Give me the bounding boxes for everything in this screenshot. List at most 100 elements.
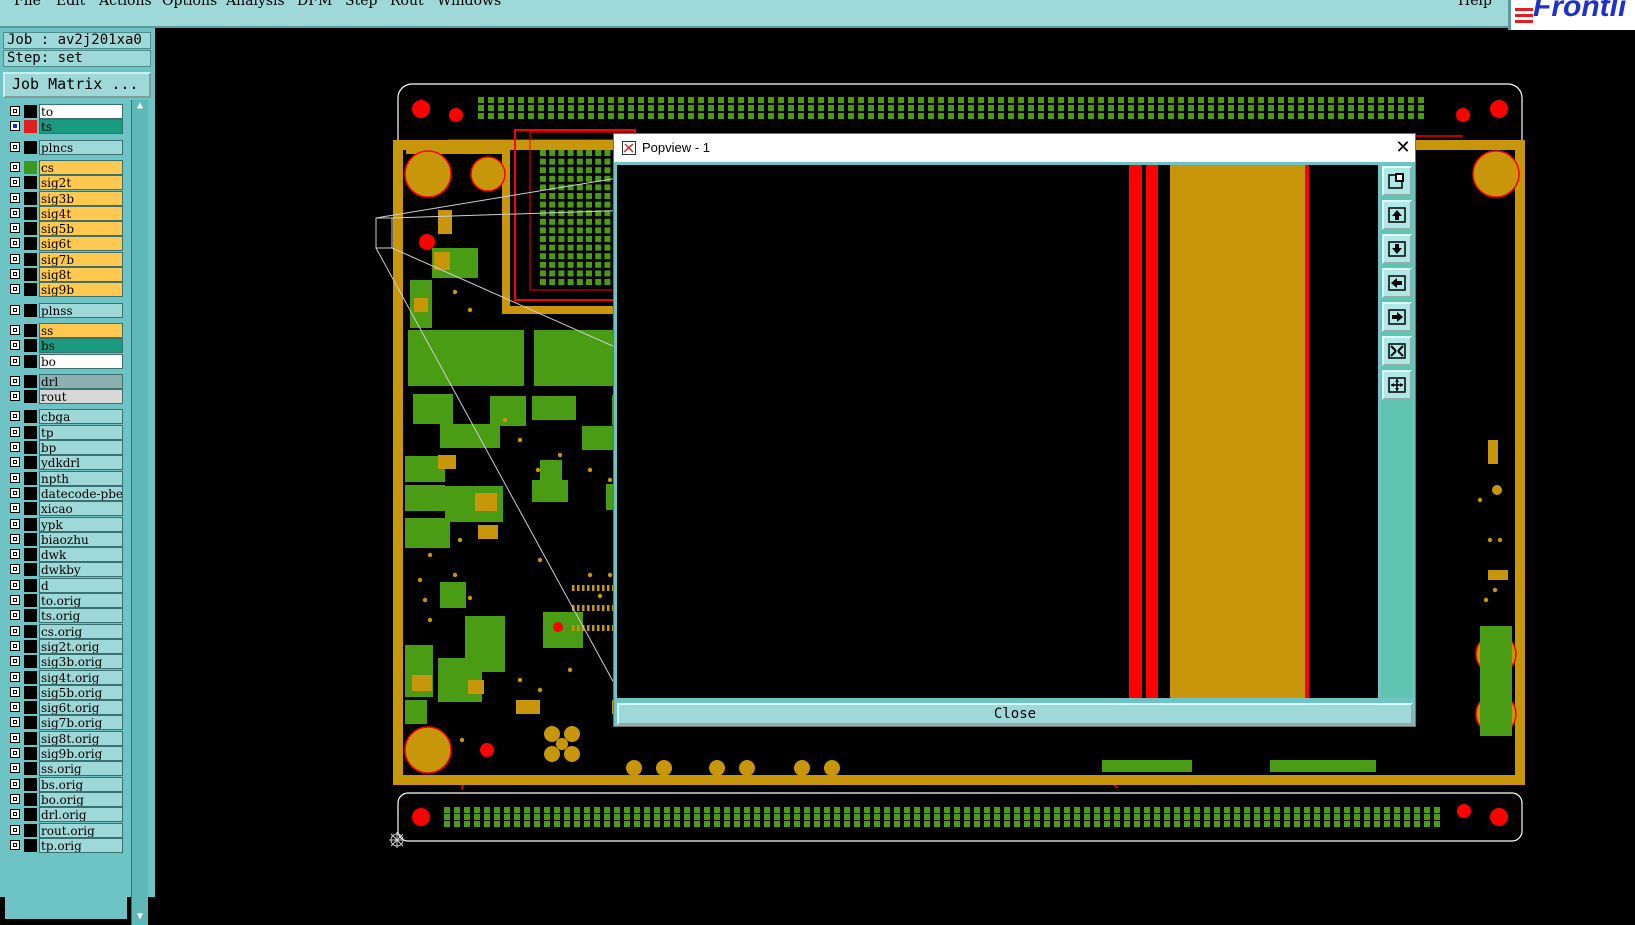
layer-checkbox[interactable] <box>10 778 20 789</box>
layer-checkbox[interactable] <box>10 355 20 366</box>
layer-checkbox[interactable] <box>10 238 20 249</box>
layer-row-dwkby[interactable]: dwkby <box>5 562 127 578</box>
layer-row-sig3b[interactable]: sig3b <box>5 190 127 206</box>
layer-name[interactable]: npth <box>39 470 123 486</box>
menu-windows[interactable]: Windows <box>437 0 501 9</box>
pan-left-icon[interactable] <box>1382 268 1412 298</box>
layer-name[interactable]: ypk <box>39 516 123 532</box>
layer-name[interactable]: to.orig <box>39 593 123 608</box>
layer-checkbox[interactable] <box>10 442 20 452</box>
layer-checkbox[interactable] <box>10 625 20 636</box>
menu-dfm[interactable]: DFM <box>297 0 332 9</box>
layer-name[interactable]: cbga <box>39 409 123 425</box>
scroll-down-icon[interactable]: ▼ <box>133 911 147 923</box>
layer-row-bo.orig[interactable]: bo.orig <box>5 791 127 807</box>
layer-checkbox[interactable] <box>10 533 20 544</box>
layer-row-biaozhu[interactable]: biaozhu <box>5 531 127 547</box>
layer-checkbox[interactable] <box>10 809 20 820</box>
close-button[interactable]: Close <box>617 703 1413 725</box>
layer-checkbox[interactable] <box>10 121 20 132</box>
layer-checkbox[interactable] <box>10 732 20 743</box>
layer-row-ypk[interactable]: ypk <box>5 516 127 532</box>
layer-name[interactable]: ts <box>39 119 123 135</box>
layer-row-sig9b[interactable]: sig9b <box>5 282 127 298</box>
layer-checkbox[interactable] <box>10 748 20 758</box>
layer-checkbox[interactable] <box>10 426 20 437</box>
layer-name[interactable]: rout.orig <box>39 822 123 838</box>
layer-name[interactable]: sig9b.orig <box>39 746 123 761</box>
layer-checkbox[interactable] <box>10 192 20 203</box>
pan-up-icon[interactable] <box>1382 200 1412 230</box>
popview-canvas[interactable] <box>617 165 1378 698</box>
layer-checkbox[interactable] <box>10 106 20 116</box>
layer-name[interactable]: sig4t.orig <box>39 669 123 685</box>
layer-row-sig4t.orig[interactable]: sig4t.orig <box>5 669 127 685</box>
layer-name[interactable]: bs <box>39 338 123 354</box>
layer-checkbox[interactable] <box>10 640 20 651</box>
layer-row-sig6t[interactable]: sig6t <box>5 236 127 252</box>
layer-checkbox[interactable] <box>10 717 20 728</box>
layer-row-drl.orig[interactable]: drl.orig <box>5 807 127 823</box>
layer-name[interactable]: sig8t <box>39 267 123 282</box>
layer-row-plncs[interactable]: plncs <box>5 139 127 155</box>
layer-checkbox[interactable] <box>10 161 20 172</box>
menu-file[interactable]: File <box>14 0 41 9</box>
layer-row-d[interactable]: d <box>5 577 127 593</box>
layer-checkbox[interactable] <box>10 824 20 835</box>
layer-row-plnss[interactable]: plnss <box>5 302 127 318</box>
layer-row-sig7b.orig[interactable]: sig7b.orig <box>5 715 127 731</box>
menu-actions[interactable]: Actions <box>99 0 152 9</box>
layer-name[interactable]: sig3b.orig <box>39 654 123 670</box>
layer-name[interactable]: ydkdrl <box>39 455 123 471</box>
layer-name[interactable]: sig5b.orig <box>39 684 123 700</box>
layer-row-cs.orig[interactable]: cs.orig <box>5 623 127 639</box>
layer-checkbox[interactable] <box>10 564 20 575</box>
layer-name[interactable]: sig8t.orig <box>39 730 123 746</box>
job-matrix-button[interactable]: Job Matrix ... <box>3 72 151 98</box>
menu-help[interactable]: Help <box>1458 0 1492 9</box>
zoom-center-icon[interactable] <box>1382 370 1412 400</box>
layer-name[interactable]: cs.orig <box>39 623 123 639</box>
zoom-fit-icon[interactable] <box>1382 336 1412 366</box>
layer-name[interactable]: bs.orig <box>39 776 123 792</box>
pan-down-icon[interactable] <box>1382 234 1412 264</box>
layer-checkbox[interactable] <box>10 472 20 483</box>
layer-row-sig2t[interactable]: sig2t <box>5 175 127 191</box>
layer-name[interactable]: d <box>39 577 123 593</box>
layer-row-tp.orig[interactable]: tp.orig <box>5 837 127 853</box>
layer-name[interactable]: bo.orig <box>39 791 123 807</box>
layer-row-xicao[interactable]: xicao <box>5 501 127 517</box>
layer-row-ss[interactable]: ss <box>5 322 127 338</box>
layer-row-npth[interactable]: npth <box>5 470 127 486</box>
layer-name[interactable]: sig5b <box>39 221 123 237</box>
layer-row-sig8t[interactable]: sig8t <box>5 267 127 282</box>
layer-row-to[interactable]: to <box>5 104 127 119</box>
layer-row-ydkdrl[interactable]: ydkdrl <box>5 455 127 471</box>
layer-checkbox[interactable] <box>10 269 20 279</box>
layer-row-to.orig[interactable]: to.orig <box>5 593 127 608</box>
layer-checkbox[interactable] <box>10 579 20 590</box>
layer-checkbox[interactable] <box>10 763 20 774</box>
layer-row-ts[interactable]: ts <box>5 119 127 135</box>
layer-row-sig8t.orig[interactable]: sig8t.orig <box>5 730 127 746</box>
layer-name[interactable]: sig7b.orig <box>39 715 123 731</box>
menu-analysis[interactable]: Analysis <box>226 0 285 9</box>
layer-row-drl[interactable]: drl <box>5 373 127 389</box>
layer-row-sig5b[interactable]: sig5b <box>5 221 127 237</box>
layer-name[interactable]: sig4t <box>39 205 123 221</box>
layer-checkbox[interactable] <box>10 686 20 697</box>
layer-checkbox[interactable] <box>10 839 20 850</box>
menu-edit[interactable]: Edit <box>56 0 85 9</box>
menu-options[interactable]: Options <box>162 0 217 9</box>
layer-checkbox[interactable] <box>10 207 20 218</box>
layer-checkbox[interactable] <box>10 671 20 682</box>
layer-name[interactable]: sig3b <box>39 190 123 206</box>
zoom-window-icon[interactable] <box>1382 166 1412 196</box>
layer-row-sig9b.orig[interactable]: sig9b.orig <box>5 746 127 761</box>
layer-checkbox[interactable] <box>10 340 20 351</box>
layer-row-sig4t[interactable]: sig4t <box>5 205 127 221</box>
layer-checkbox[interactable] <box>10 391 20 402</box>
layer-checkbox[interactable] <box>10 375 20 386</box>
layer-name[interactable]: drl.orig <box>39 807 123 823</box>
layer-row-sig7b[interactable]: sig7b <box>5 251 127 267</box>
